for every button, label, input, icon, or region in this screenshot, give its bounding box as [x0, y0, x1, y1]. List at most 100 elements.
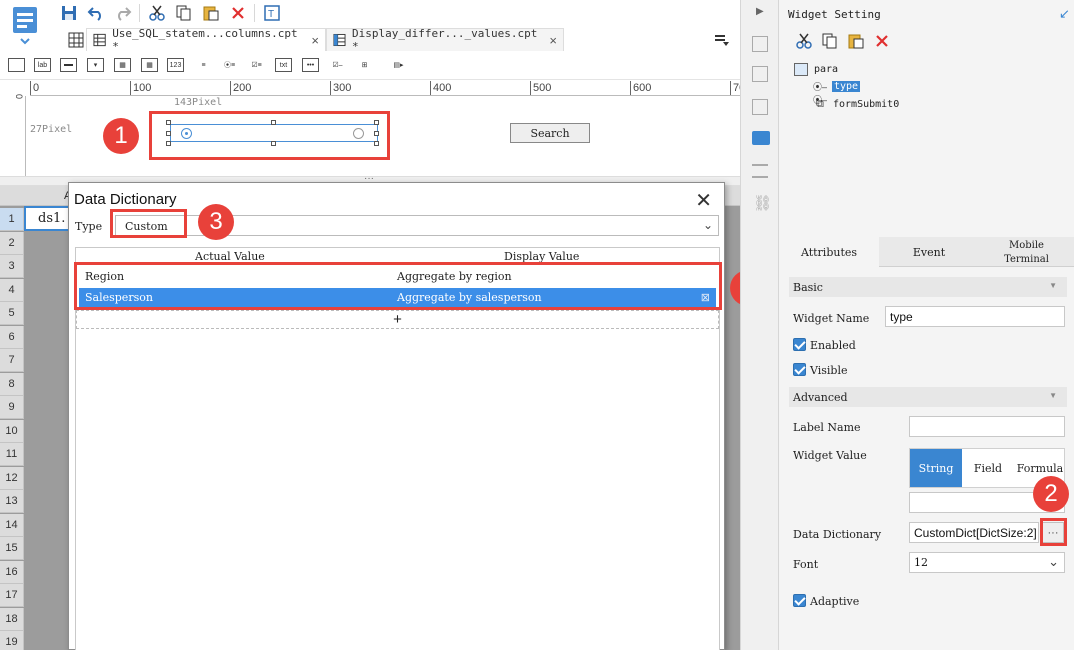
textbox-widget-icon[interactable]: [8, 58, 25, 72]
row-header[interactable]: 16: [0, 560, 24, 584]
row-header[interactable]: 13: [0, 490, 24, 513]
tab-close-icon[interactable]: ×: [549, 33, 557, 48]
dialog-close-icon[interactable]: ✕: [695, 188, 712, 213]
row-header[interactable]: 8: [0, 372, 24, 396]
list-icon[interactable]: [752, 164, 768, 178]
label-widget-icon[interactable]: lab: [34, 58, 51, 72]
ruler-label: 100: [133, 82, 152, 94]
redo-icon[interactable]: [113, 3, 133, 23]
row-header[interactable]: 4: [0, 278, 24, 302]
chevron-down-icon[interactable]: ⌄: [703, 218, 713, 232]
paste-icon[interactable]: [201, 3, 221, 23]
row-header[interactable]: 6: [0, 325, 24, 349]
row-header[interactable]: 15: [0, 537, 24, 560]
tab-mobile-terminal[interactable]: Mobile Terminal: [979, 238, 1074, 268]
section-title: Advanced: [793, 390, 848, 404]
svg-text:T: T: [268, 9, 274, 20]
adaptive-checkbox[interactable]: [793, 594, 806, 607]
tab-event[interactable]: Event: [879, 237, 979, 267]
button-widget-icon[interactable]: [60, 58, 77, 72]
row-header[interactable]: 18: [0, 607, 24, 631]
paste-icon[interactable]: [846, 31, 866, 51]
cut-icon[interactable]: [794, 31, 814, 51]
row-header[interactable]: 9: [0, 396, 24, 419]
save-icon[interactable]: [59, 3, 79, 23]
row-header[interactable]: 2: [0, 231, 24, 255]
value-type-string[interactable]: String: [910, 449, 962, 487]
row-header[interactable]: 17: [0, 584, 24, 607]
expand-icon[interactable]: ▶: [756, 6, 764, 17]
row-header[interactable]: 3: [0, 255, 24, 278]
basic-section-header[interactable]: Basic ▼: [789, 277, 1067, 297]
text-widget-icon[interactable]: txt: [275, 58, 292, 72]
font-label: Font: [793, 558, 819, 571]
cell-a1[interactable]: ds1.: [24, 206, 70, 231]
row-header[interactable]: 19: [0, 631, 24, 650]
delete-icon[interactable]: [228, 3, 248, 23]
date-widget-icon[interactable]: ▦: [114, 58, 131, 72]
copy-icon[interactable]: [174, 3, 194, 23]
collapse-icon[interactable]: ↙: [1059, 6, 1070, 22]
row-header[interactable]: 1: [0, 208, 24, 231]
copy-icon[interactable]: [820, 31, 840, 51]
row-header[interactable]: 7: [0, 349, 24, 372]
tab-file-1[interactable]: Use_SQL_statem...columns.cpt * ×: [86, 27, 326, 53]
widget-setting-panel: Widget Setting ↙ para ⦿– ⦿– type ⧉ formSu…: [779, 0, 1074, 650]
value-type-field[interactable]: Field: [962, 449, 1014, 487]
ruler-label: 0: [33, 82, 40, 94]
row-header[interactable]: 14: [0, 513, 24, 537]
widget-setting-icon[interactable]: [752, 131, 770, 145]
label-name-input[interactable]: [909, 416, 1065, 437]
chevron-down-icon: ▼: [1049, 281, 1057, 290]
component-icon[interactable]: [752, 66, 768, 82]
undo-icon[interactable]: [86, 3, 106, 23]
number-widget-icon[interactable]: 123: [167, 58, 184, 72]
more-widgets-icon[interactable]: ▤▸: [390, 58, 407, 72]
advanced-section-header[interactable]: Advanced ▼: [789, 387, 1067, 407]
tree-node-para[interactable]: para: [814, 64, 838, 75]
add-row-button[interactable]: +: [76, 310, 719, 329]
main-toolbar: T Use_SQL_statem...columns.cpt * × Displ…: [0, 0, 740, 80]
radio-group-widget-icon[interactable]: ⦿≡: [221, 58, 238, 72]
callout-box-1: [149, 111, 390, 160]
grid-view-icon[interactable]: [66, 30, 86, 50]
link-icon[interactable]: ⛓: [753, 194, 772, 212]
tab-close-icon[interactable]: ×: [311, 33, 319, 48]
row-header[interactable]: 5: [0, 302, 24, 325]
callout-box-2: [1040, 518, 1067, 546]
chevron-down-icon[interactable]: ⌄: [1048, 554, 1059, 570]
tree-widget-icon[interactable]: ⊞: [356, 58, 373, 72]
tab-attributes[interactable]: Attributes: [779, 237, 879, 267]
visible-checkbox[interactable]: [793, 363, 806, 376]
combobox-widget-icon[interactable]: ▾: [87, 58, 104, 72]
panel-title: Widget Setting: [788, 8, 881, 21]
row-header[interactable]: 12: [0, 466, 24, 490]
checkbox-widget-icon[interactable]: ☑–: [329, 58, 346, 72]
textarea-widget-icon[interactable]: ≡: [195, 58, 212, 72]
ruler-label: 300: [333, 82, 352, 94]
calendar-widget-icon[interactable]: ▦: [141, 58, 158, 72]
enabled-checkbox[interactable]: [793, 338, 806, 351]
app-menu-icon[interactable]: [12, 6, 38, 46]
chevron-down-icon: ▼: [1049, 391, 1057, 400]
checkbox-group-widget-icon[interactable]: ☑≡: [248, 58, 265, 72]
tree-node-type[interactable]: type: [832, 81, 861, 92]
tree-node-formsubmit0[interactable]: formSubmit0: [833, 99, 899, 110]
search-button[interactable]: Search: [510, 123, 590, 143]
delete-icon[interactable]: [872, 31, 892, 51]
font-size-select[interactable]: 12 ⌄: [909, 552, 1065, 573]
vertical-ruler: 0: [12, 94, 26, 176]
frame-icon[interactable]: [752, 99, 768, 115]
widget-name-input[interactable]: type: [885, 306, 1065, 327]
row-header[interactable]: 10: [0, 419, 24, 443]
layout-icon[interactable]: [752, 36, 768, 52]
tab-title: Display_differ..._values.cpt *: [351, 27, 538, 53]
password-widget-icon[interactable]: •••: [302, 58, 319, 72]
tab-list-icon[interactable]: [712, 31, 732, 51]
row-header[interactable]: 11: [0, 443, 24, 466]
report-file-icon: [93, 33, 106, 47]
tab-title: Use_SQL_statem...columns.cpt *: [112, 27, 298, 53]
preview-icon[interactable]: T: [262, 3, 282, 23]
cut-icon[interactable]: [147, 3, 167, 23]
tab-file-2[interactable]: Display_differ..._values.cpt * ×: [326, 27, 564, 53]
